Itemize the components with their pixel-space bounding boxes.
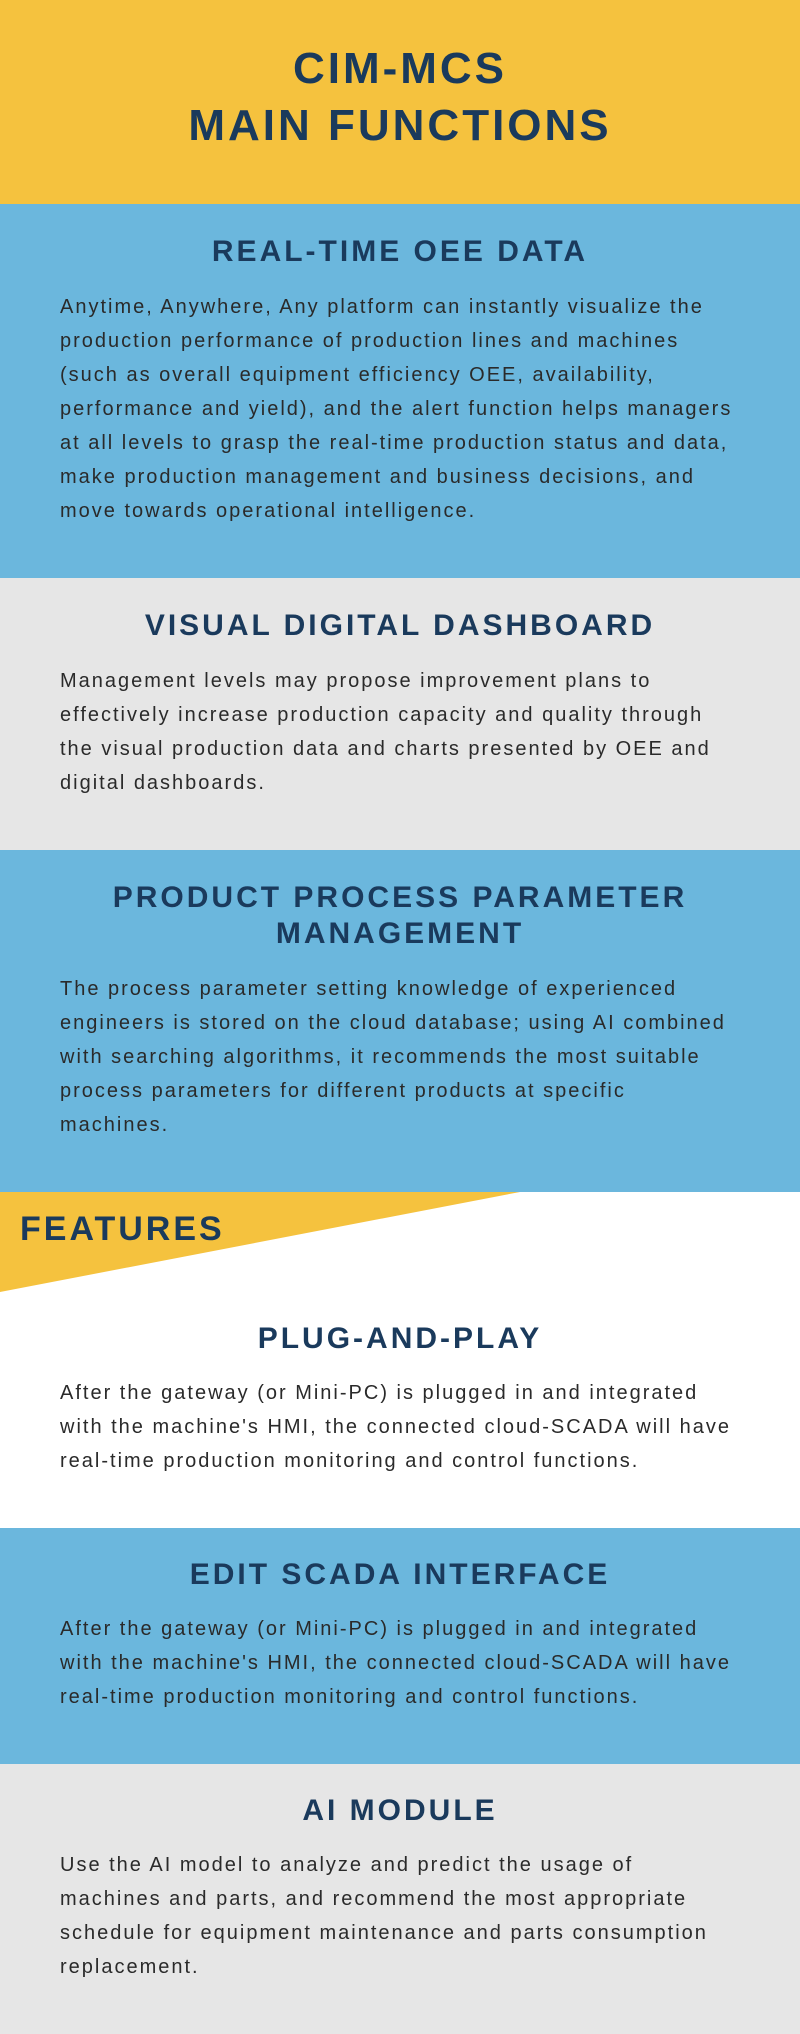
features-banner: FEATURES xyxy=(0,1192,800,1292)
header: CIM-MCS MAIN FUNCTIONS xyxy=(0,0,800,204)
feature-ai-module: AI MODULE Use the AI model to analyze an… xyxy=(0,1764,800,2034)
section-body-oee: Anytime, Anywhere, Any platform can inst… xyxy=(60,290,740,528)
section-body-parameter: The process parameter setting knowledge … xyxy=(60,972,740,1142)
section-body-dashboard: Management levels may propose improvemen… xyxy=(60,664,740,800)
feature-title-ai: AI MODULE xyxy=(60,1794,740,1828)
section-parameter: PRODUCT PROCESS PARAMETER MANAGEMENT The… xyxy=(0,850,800,1192)
feature-title-plug: PLUG-AND-PLAY xyxy=(60,1322,740,1356)
feature-body-scada: After the gateway (or Mini-PC) is plugge… xyxy=(60,1612,740,1714)
feature-edit-scada: EDIT SCADA INTERFACE After the gateway (… xyxy=(0,1528,800,1764)
feature-plug-and-play: PLUG-AND-PLAY After the gateway (or Mini… xyxy=(0,1292,800,1528)
header-line1: CIM-MCS xyxy=(293,44,507,93)
feature-title-scada: EDIT SCADA INTERFACE xyxy=(60,1558,740,1592)
section-oee: REAL-TIME OEE DATA Anytime, Anywhere, An… xyxy=(0,204,800,578)
header-title: CIM-MCS MAIN FUNCTIONS xyxy=(20,40,780,154)
feature-body-plug: After the gateway (or Mini-PC) is plugge… xyxy=(60,1376,740,1478)
section-title-parameter: PRODUCT PROCESS PARAMETER MANAGEMENT xyxy=(60,880,740,952)
header-line2: MAIN FUNCTIONS xyxy=(188,101,611,150)
section-title-oee: REAL-TIME OEE DATA xyxy=(60,234,740,270)
section-title-dashboard: VISUAL DIGITAL DASHBOARD xyxy=(60,608,740,644)
section-dashboard: VISUAL DIGITAL DASHBOARD Management leve… xyxy=(0,578,800,850)
features-label: FEATURES xyxy=(20,1210,225,1249)
feature-body-ai: Use the AI model to analyze and predict … xyxy=(60,1848,740,1984)
